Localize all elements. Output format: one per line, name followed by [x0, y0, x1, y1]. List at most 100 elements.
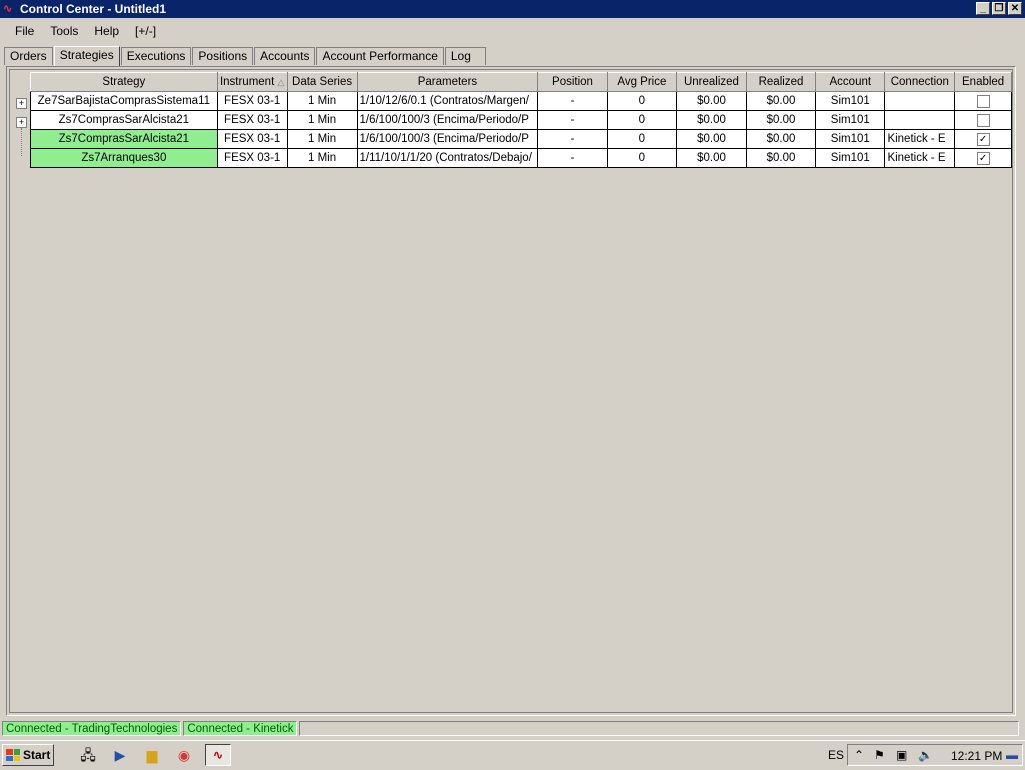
cell-data-series: 1 Min — [286, 148, 358, 168]
app-icon: ∿ — [3, 3, 13, 15]
windows-logo-icon — [6, 749, 20, 761]
system-tray: ⌃ ⚑ ▣ 🔈 12:21 PM ▬ — [847, 744, 1023, 766]
cell-parameters: 1/10/12/6/0.1 (Contratos/Margen/ — [356, 91, 539, 111]
cell-connection: Kinetick - E — [884, 148, 956, 168]
show-desktop-icon[interactable]: ▬ — [1006, 748, 1018, 762]
tab-orders[interactable]: Orders — [4, 47, 53, 65]
volume-icon[interactable]: 🔈 — [918, 748, 933, 762]
table-header: Strategy Instrument △ Data Series Parame… — [30, 72, 1012, 92]
cell-realized: $0.00 — [745, 110, 817, 130]
cell-position: - — [537, 129, 608, 149]
clock[interactable]: 12:21 PM — [951, 749, 1002, 763]
cell-instrument: FESX 03-1 — [216, 129, 288, 149]
menu-bar: File Tools Help [+/-] — [0, 20, 164, 42]
network-icon[interactable]: ▣ — [896, 748, 907, 762]
action-center-flag-icon[interactable]: ⚑ — [874, 748, 885, 762]
language-indicator[interactable]: ES — [828, 748, 844, 762]
cell-avg-price: 0 — [606, 110, 678, 130]
col-header-strategy[interactable]: Strategy — [30, 72, 218, 92]
cell-realized: $0.00 — [745, 129, 817, 149]
start-button[interactable]: Start — [2, 744, 54, 766]
cell-instrument: FESX 03-1 — [216, 148, 288, 168]
cell-parameters: 1/11/10/1/1/20 (Contratos/Debajo/ — [356, 148, 539, 168]
close-button[interactable]: ✕ — [1008, 2, 1022, 15]
cell-position: - — [537, 91, 608, 111]
cell-unrealized: $0.00 — [676, 129, 747, 149]
enabled-checkbox[interactable] — [976, 94, 990, 108]
cell-avg-price: 0 — [606, 148, 678, 168]
col-header-realized[interactable]: Realized — [745, 72, 817, 92]
col-header-instrument[interactable]: Instrument △ — [216, 72, 288, 92]
cell-unrealized: $0.00 — [676, 91, 747, 111]
menu-help[interactable]: Help — [86, 20, 127, 42]
col-header-account[interactable]: Account — [815, 72, 886, 92]
cell-account: Sim101 — [815, 91, 886, 111]
title-bar: ∿ Control Center - Untitled1 _ ❐ ✕ — [0, 0, 1025, 18]
col-header-instrument-label: Instrument — [219, 76, 275, 88]
cell-account: Sim101 — [815, 129, 886, 149]
enabled-checkbox[interactable] — [976, 113, 990, 127]
table-row[interactable]: Zs7ComprasSarAlcista21 FESX 03-1 1 Min 1… — [30, 129, 1012, 149]
cell-realized: $0.00 — [745, 91, 817, 111]
menu-file[interactable]: File — [0, 20, 42, 42]
expand-row-1-icon[interactable]: + — [16, 98, 27, 109]
cell-data-series: 1 Min — [286, 110, 358, 130]
cell-connection — [884, 110, 956, 130]
cell-position: - — [537, 148, 608, 168]
status-empty — [299, 721, 1020, 736]
cell-parameters: 1/6/100/100/3 (Encima/Periodo/P — [356, 110, 539, 130]
menu-toggle[interactable]: [+/-] — [127, 20, 164, 42]
col-header-unrealized[interactable]: Unrealized — [676, 72, 747, 92]
cell-strategy: Ze7SarBajistaComprasSistema11 — [30, 91, 218, 111]
strategies-panel: + + Strategy Instrument △ Data Series Pa… — [6, 66, 1016, 716]
table-row[interactable]: Ze7SarBajistaComprasSistema11 FESX 03-1 … — [30, 91, 1012, 111]
strategies-table: Strategy Instrument △ Data Series Parame… — [30, 72, 1012, 168]
tab-accounts[interactable]: Accounts — [254, 47, 316, 65]
tab-strategies[interactable]: Strategies — [53, 46, 120, 66]
cell-unrealized: $0.00 — [676, 110, 747, 130]
table-row[interactable]: Zs7ComprasSarAlcista21 FESX 03-1 1 Min 1… — [30, 110, 1012, 130]
cell-enabled: ✓ — [954, 148, 1012, 168]
cell-account: Sim101 — [815, 148, 886, 168]
tab-executions[interactable]: Executions — [120, 47, 192, 65]
cell-parameters: 1/6/100/100/3 (Encima/Periodo/P — [356, 129, 539, 149]
cell-connection — [884, 91, 956, 111]
tab-account-performance[interactable]: Account Performance — [316, 47, 444, 65]
col-header-data-series[interactable]: Data Series — [286, 72, 358, 92]
cell-realized: $0.00 — [745, 148, 817, 168]
chrome-icon[interactable]: ◉ — [174, 745, 194, 765]
expand-row-2-icon[interactable]: + — [16, 117, 27, 128]
enabled-checkbox[interactable]: ✓ — [976, 132, 990, 146]
tab-positions[interactable]: Positions — [192, 47, 254, 65]
taskbar-app-control-center-icon[interactable]: ∿ — [205, 744, 231, 766]
cell-data-series: 1 Min — [286, 129, 358, 149]
folder-icon[interactable]: ▆ — [142, 745, 162, 765]
strategies-grid-area: + + Strategy Instrument △ Data Series Pa… — [9, 69, 1013, 713]
cell-avg-price: 0 — [606, 91, 678, 111]
cell-avg-price: 0 — [606, 129, 678, 149]
cell-enabled — [954, 91, 1012, 111]
cell-connection: Kinetick - E — [884, 129, 956, 149]
taskbar: Start 🖧 ▶ ▆ ◉ ∿ ES ⌃ ⚑ ▣ 🔈 12:21 PM ▬ — [0, 740, 1025, 770]
col-header-avg-price[interactable]: Avg Price — [606, 72, 678, 92]
enabled-checkbox[interactable]: ✓ — [976, 151, 990, 165]
cell-instrument: FESX 03-1 — [216, 110, 288, 130]
status-bar: Connected - TradingTechnologies Connecte… — [2, 721, 1022, 737]
cell-unrealized: $0.00 — [676, 148, 747, 168]
sort-ascending-icon: △ — [277, 77, 285, 87]
tab-log[interactable]: Log — [444, 47, 486, 65]
col-header-parameters[interactable]: Parameters — [356, 72, 539, 92]
cell-enabled — [954, 110, 1012, 130]
col-header-enabled[interactable]: Enabled — [954, 72, 1012, 92]
col-header-connection[interactable]: Connection — [884, 72, 956, 92]
table-row[interactable]: Zs7Arranques30 FESX 03-1 1 Min 1/11/10/1… — [30, 148, 1012, 168]
powershell-icon[interactable]: ▶ — [110, 745, 130, 765]
restore-button[interactable]: ❐ — [992, 2, 1006, 15]
menu-tools[interactable]: Tools — [42, 20, 86, 42]
col-header-position[interactable]: Position — [537, 72, 608, 92]
cell-enabled: ✓ — [954, 129, 1012, 149]
cell-data-series: 1 Min — [286, 91, 358, 111]
show-hidden-icons-icon[interactable]: ⌃ — [854, 748, 864, 762]
server-manager-icon[interactable]: 🖧 — [78, 745, 98, 765]
minimize-button[interactable]: _ — [976, 2, 990, 15]
